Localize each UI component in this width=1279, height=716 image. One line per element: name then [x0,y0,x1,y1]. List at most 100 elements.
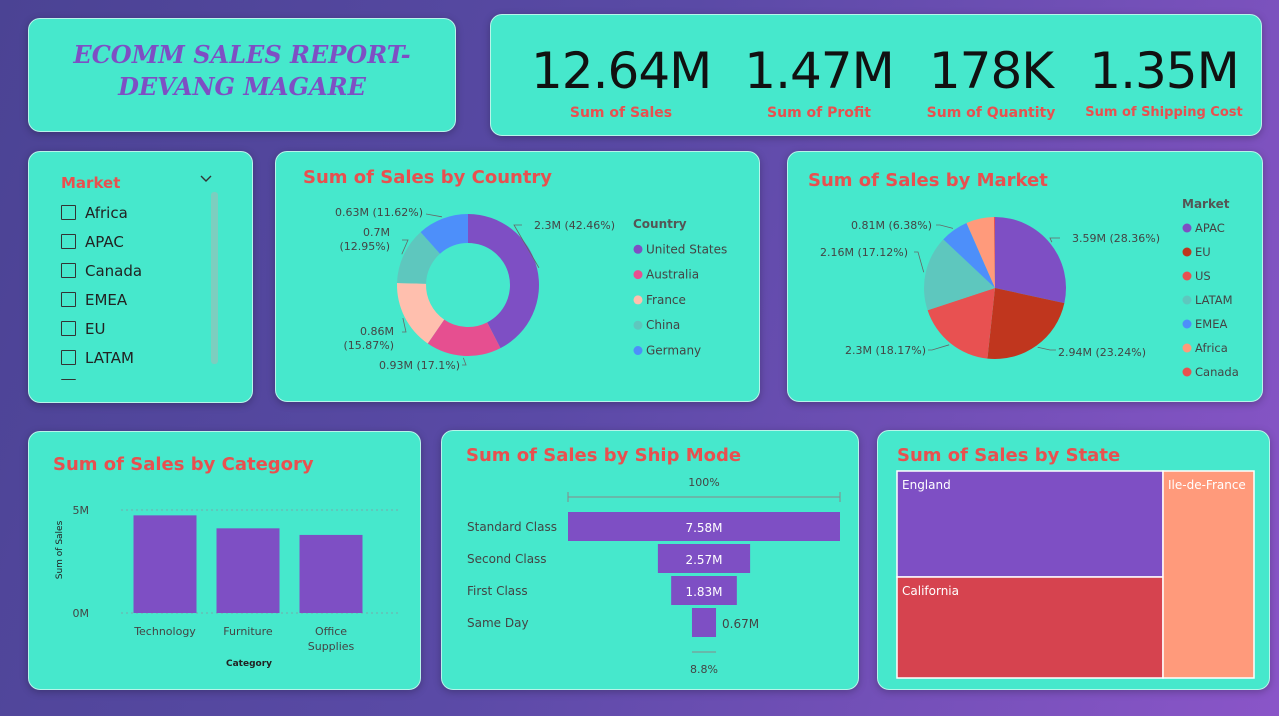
slicer-item-label: Canada [85,261,143,280]
sales-by-country-card: Sum of Sales by Country 2.3M (42.46%) 0.9… [275,151,760,402]
kpi-shipping-cost: 1.35M Sum of Shipping Cost [1079,41,1249,120]
legend-item-united-states: United States [646,242,727,256]
legend-title: Country [633,217,687,231]
checkbox-icon[interactable] [61,292,76,307]
treemap-tile-ile-de-france[interactable] [1162,470,1255,679]
label-leader-line [1049,237,1060,243]
data-label: 0.7M [363,226,390,239]
data-label: 0.93M (17.1%) [379,359,460,372]
chevron-down-icon[interactable] [199,172,213,186]
funnel-value-label: 0.67M [722,617,759,631]
data-label: 0.86M [360,325,394,338]
legend-title: Market [1182,197,1230,211]
legend-marker [633,346,643,355]
checkbox-icon[interactable] [61,379,76,380]
checkbox-icon[interactable] [61,350,76,365]
legend-marker [633,270,643,280]
funnel-category-label: First Class [467,584,528,598]
kpi-sales: 12.64M Sum of Sales [531,41,712,121]
label-leader-line [914,251,925,273]
x-tick-label: Furniture [223,625,273,638]
kpi-value: 178K [928,42,1054,100]
kpi-card: 12.64M Sum of Sales 1.47M Sum of Profit … [490,14,1262,136]
legend-item-france: France [646,293,686,307]
data-label: 2.16M (17.12%) [820,246,908,259]
legend-item-canada: Canada [1195,365,1239,379]
legend-item-eu: EU [1195,245,1211,259]
data-label: 2.94M (23.24%) [1058,346,1146,359]
x-axis-label: Category [226,659,272,669]
legend-item-australia: Australia [646,268,699,282]
funnel-bar-same-day[interactable] [691,608,717,637]
data-label: 2.3M (42.46%) [534,219,615,232]
state-treemap-chart: England California Ile-de-France [896,470,1255,679]
legend-item-africa: Africa [1195,341,1228,355]
sales-by-category-card: Sum of Sales by Category 5M 0M Sum of Sale… [28,431,421,690]
legend-marker [1182,223,1192,233]
legend-marker [633,295,643,305]
slicer-item-canada[interactable]: Canada [61,256,221,285]
treemap-label: Ile-de-France [1168,478,1246,492]
slicer-list: Africa APAC Canada EMEA EU LATAM US [61,198,221,380]
country-donut-chart: 2.3M (42.46%) 0.93M (17.1%) 0.86M(15.87%) 0… [335,206,727,372]
kpi-profit: 1.47M Sum of Profit [729,41,909,121]
label-leader-line [928,344,950,351]
legend-marker [1182,367,1192,377]
checkbox-icon[interactable] [61,263,76,278]
label-leader-line [1037,346,1056,351]
treemap-label: California [902,584,959,598]
kpi-label: Sum of Profit [767,105,871,121]
market-pie-chart: 3.59M (28.36%) 2.94M (23.24%) 2.3M (18.17%… [820,197,1239,379]
slicer-item-label: EU [85,319,106,338]
funnel-value-label: 7.58M [685,521,722,535]
slicer-item-label: EMEA [85,290,128,309]
legend-marker [633,244,643,254]
slicer-item-emea[interactable]: EMEA [61,285,221,314]
data-label: 2.3M (18.17%) [845,344,926,357]
kpi-label: Sum of Shipping Cost [1085,105,1243,120]
x-tick-label: Supplies [308,640,355,653]
kpi-value: 1.35M [1089,42,1239,100]
checkbox-icon[interactable] [61,321,76,336]
slicer-item-latam[interactable]: LATAM [61,343,221,372]
bar-furniture[interactable] [216,528,280,613]
data-label: 3.59M (28.36%) [1072,232,1160,245]
report-title: ECOMM SALES REPORT-DEVANG MAGARE [73,40,411,101]
percent-label-top: 100% [688,476,719,489]
legend-marker [1182,319,1192,329]
bar-technology[interactable] [133,515,197,613]
category-bar-chart: 5M 0M Sum of Sales Technology Furniture Offic… [55,504,399,669]
funnel-category-label: Second Class [467,552,547,566]
slicer-title: Market [61,174,121,192]
sales-by-market-card: Sum of Sales by Market 3.59M (28.36%) 2.9… [787,151,1263,402]
slicer-item-us[interactable]: US [61,372,221,380]
kpi-label: Sum of Sales [569,105,673,121]
market-slicer[interactable]: Market Africa APAC Canada EMEA EU LATAM US [28,151,253,403]
slicer-item-eu[interactable]: EU [61,314,221,343]
sales-by-state-card: Sum of Sales by State England California I… [877,430,1270,690]
kpi-quantity: 178K Sum of Quantity [901,41,1081,121]
checkbox-icon[interactable] [61,205,76,220]
legend-marker [1182,295,1192,305]
legend-item-latam: LATAM [1195,293,1233,307]
pie-slice-apac[interactable] [995,217,1066,304]
legend-item-us: US [1195,269,1211,283]
legend-item-china: China [646,318,680,332]
slicer-item-apac[interactable]: APAC [61,227,221,256]
label-leader-line [402,317,407,333]
legend-marker [1182,343,1192,353]
slicer-item-label: LATAM [85,348,134,367]
data-label: 0.63M (11.62%) [335,206,423,219]
checkbox-icon[interactable] [61,234,76,249]
label-leader-line [462,357,467,366]
slicer-scrollbar[interactable] [211,192,218,364]
legend-item-emea: EMEA [1195,317,1227,331]
data-label: (15.87%) [343,339,394,352]
slicer-item-africa[interactable]: Africa [61,198,221,227]
label-leader-line [425,213,443,218]
funnel-category-label: Standard Class [467,520,557,534]
sales-by-shipmode-card: Sum of Sales by Ship Mode 100% Standard C… [441,430,859,690]
funnel-value-label: 1.83M [685,585,722,599]
slicer-item-label: US [85,378,106,381]
bar-office-supplies[interactable] [299,534,363,613]
